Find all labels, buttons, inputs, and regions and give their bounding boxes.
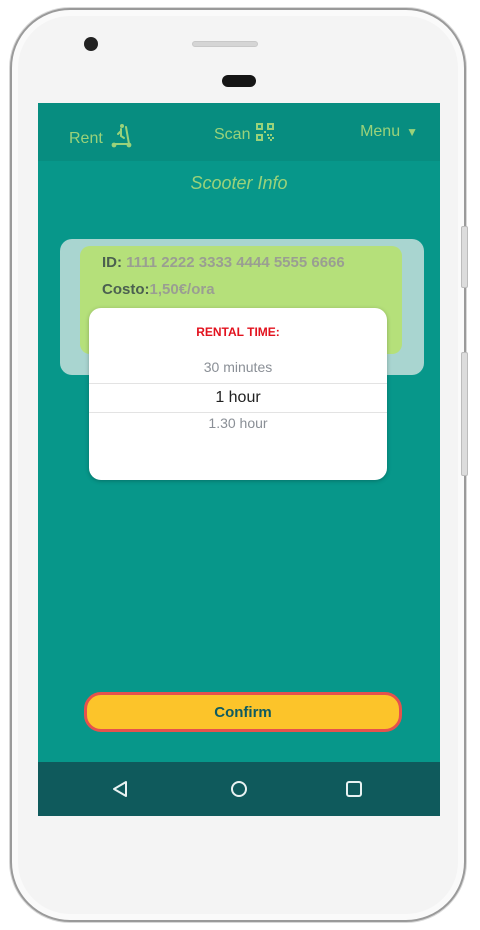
nav-rent[interactable]: Rent <box>69 123 135 154</box>
scooter-cost-label: Costo: <box>102 281 150 298</box>
recents-square-icon[interactable] <box>343 778 365 800</box>
nav-rent-label: Rent <box>69 129 103 147</box>
qr-code-icon <box>256 123 275 146</box>
scooter-id-row: ID: 1111 2222 3333 4444 5555 6666 <box>102 254 345 271</box>
picker-option-1-hour-selected[interactable]: 1 hour <box>89 383 387 413</box>
earpiece <box>222 75 256 87</box>
nav-menu-label: Menu <box>360 123 401 140</box>
scooter-id-value: 1111 2222 3333 4444 5555 6666 <box>126 254 345 271</box>
home-circle-icon[interactable] <box>228 778 250 800</box>
front-camera <box>84 37 98 51</box>
picker-title: RENTAL TIME: <box>196 325 280 339</box>
back-triangle-icon[interactable] <box>109 778 131 800</box>
nav-menu[interactable]: Menu ▼ <box>360 123 418 141</box>
top-speaker-grille <box>192 41 258 47</box>
scooter-cost-row: Costo:1,50€/ora <box>102 281 215 298</box>
top-nav-bar: Rent Scan Menu ▼ <box>38 103 440 161</box>
page-title: Scooter Info <box>190 173 288 193</box>
scooter-icon <box>109 123 135 154</box>
nav-scan-label: Scan <box>214 125 251 143</box>
nav-scan[interactable]: Scan <box>214 123 275 146</box>
power-button <box>461 226 468 288</box>
caret-down-icon: ▼ <box>406 125 418 139</box>
scooter-id-label: ID: <box>102 254 122 271</box>
rental-time-picker-dialog: RENTAL TIME: 30 minutes 1 hour 1.30 hour <box>89 308 387 480</box>
android-nav-bar <box>38 762 440 816</box>
volume-button <box>461 352 468 476</box>
picker-option-1-30-hour[interactable]: 1.30 hour <box>89 415 387 431</box>
picker-option-30-minutes[interactable]: 30 minutes <box>89 359 387 375</box>
scooter-cost-value: 1,50€/ora <box>149 281 215 298</box>
confirm-button[interactable]: Confirm <box>84 692 402 732</box>
app-screen: Rent Scan Menu ▼ Scooter Info ID: 1111 2… <box>38 103 440 816</box>
